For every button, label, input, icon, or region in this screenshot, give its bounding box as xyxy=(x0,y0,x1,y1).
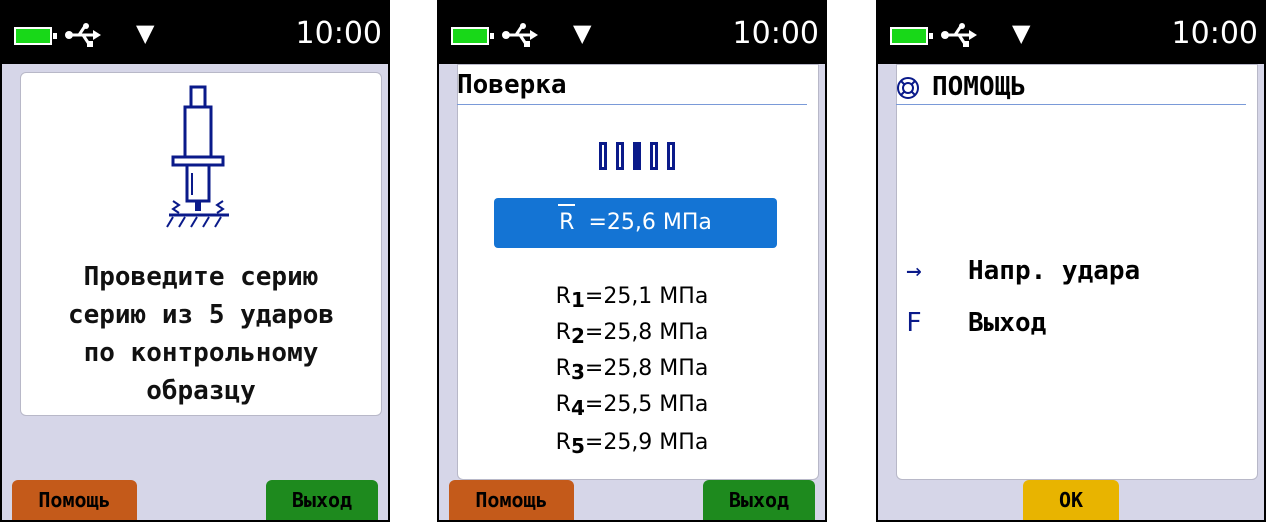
lifebuoy-icon xyxy=(897,77,919,99)
clock: 10:00 xyxy=(732,16,819,51)
status-bar: ▼ 10:00 xyxy=(439,2,825,64)
reading-value: =25,8 МПа xyxy=(584,356,709,381)
instruction-line: по контрольному xyxy=(83,338,319,368)
instruction-line: образцу xyxy=(146,376,256,406)
reading-row: R1=25,1 МПа xyxy=(555,284,709,312)
usb-icon xyxy=(65,23,101,47)
reading-row: R4=25,5 МПа xyxy=(555,392,709,420)
help-button[interactable]: Помощь xyxy=(12,480,137,520)
title-divider xyxy=(896,104,1246,105)
reading-row: R5=25,9 МПа xyxy=(555,430,709,458)
stroke-mark xyxy=(633,142,641,170)
help-button[interactable]: Помощь xyxy=(449,480,574,520)
help-item: → Напр. удара xyxy=(906,256,1140,286)
stroke-mark xyxy=(616,142,624,170)
help-key: → xyxy=(906,256,922,286)
stroke-mark xyxy=(667,142,675,170)
clock: 10:00 xyxy=(295,16,382,51)
device-screen-instruction: ▼ 10:00 Проведите серию серию из 5 ударо… xyxy=(0,0,390,522)
usb-icon xyxy=(502,23,538,47)
page-title: ПОМОЩЬ xyxy=(932,72,1026,102)
help-item: F Выход xyxy=(906,308,1046,338)
mean-symbol: R xyxy=(558,198,576,248)
stroke-mark xyxy=(650,142,658,170)
stroke-mark xyxy=(599,142,607,170)
battery-icon xyxy=(890,27,933,45)
reading-row: R3=25,8 МПа xyxy=(555,356,709,384)
ok-button[interactable]: OK xyxy=(1023,480,1119,520)
mean-value: =25,6 МПа xyxy=(588,210,712,235)
exit-button[interactable]: Выход xyxy=(266,480,378,520)
signal-down-icon: ▼ xyxy=(136,19,155,47)
device-screen-help: ▼ 10:00 ПОМОЩЬ → Напр. удара F Выход OK xyxy=(876,0,1266,522)
exit-button[interactable]: Выход xyxy=(703,480,815,520)
status-bar: ▼ 10:00 xyxy=(2,2,388,64)
reading-index: 5 xyxy=(570,434,585,458)
status-bar: ▼ 10:00 xyxy=(878,2,1264,64)
device-screen-verification: ▼ 10:00 Поверка R =25,6 МПа R1=25,1 МПа R… xyxy=(437,0,827,522)
reading-value: =25,5 МПа xyxy=(584,392,709,417)
hardness-tester-icon xyxy=(166,85,229,228)
instruction-text: Проведите серию серию из 5 ударов по кон… xyxy=(21,258,381,410)
reading-value: =25,8 МПа xyxy=(584,320,709,345)
help-label: Выход xyxy=(968,308,1047,338)
reading-index: 1 xyxy=(570,288,585,312)
help-label: Напр. удара xyxy=(968,256,1141,286)
reading-index: 3 xyxy=(570,360,585,384)
verification-panel xyxy=(457,64,819,480)
battery-icon xyxy=(14,27,57,45)
clock: 10:00 xyxy=(1171,16,1258,51)
reading-value: =25,9 МПа xyxy=(584,430,709,455)
page-title: Поверка xyxy=(457,70,567,100)
instruction-line: серию из 5 ударов xyxy=(67,300,335,330)
reading-index: 2 xyxy=(570,324,585,348)
reading-index: 4 xyxy=(570,396,585,420)
reading-value: =25,1 МПа xyxy=(584,284,709,309)
title-divider xyxy=(457,104,807,105)
usb-icon xyxy=(941,23,977,47)
battery-icon xyxy=(451,27,494,45)
signal-down-icon: ▼ xyxy=(573,19,592,47)
signal-down-icon: ▼ xyxy=(1012,19,1031,47)
instruction-line: Проведите серию xyxy=(83,262,319,292)
help-key: F xyxy=(906,308,922,338)
mean-result: R =25,6 МПа xyxy=(494,198,777,248)
instruction-panel: Проведите серию серию из 5 ударов по кон… xyxy=(20,72,382,416)
reading-row: R2=25,8 МПа xyxy=(555,320,709,348)
